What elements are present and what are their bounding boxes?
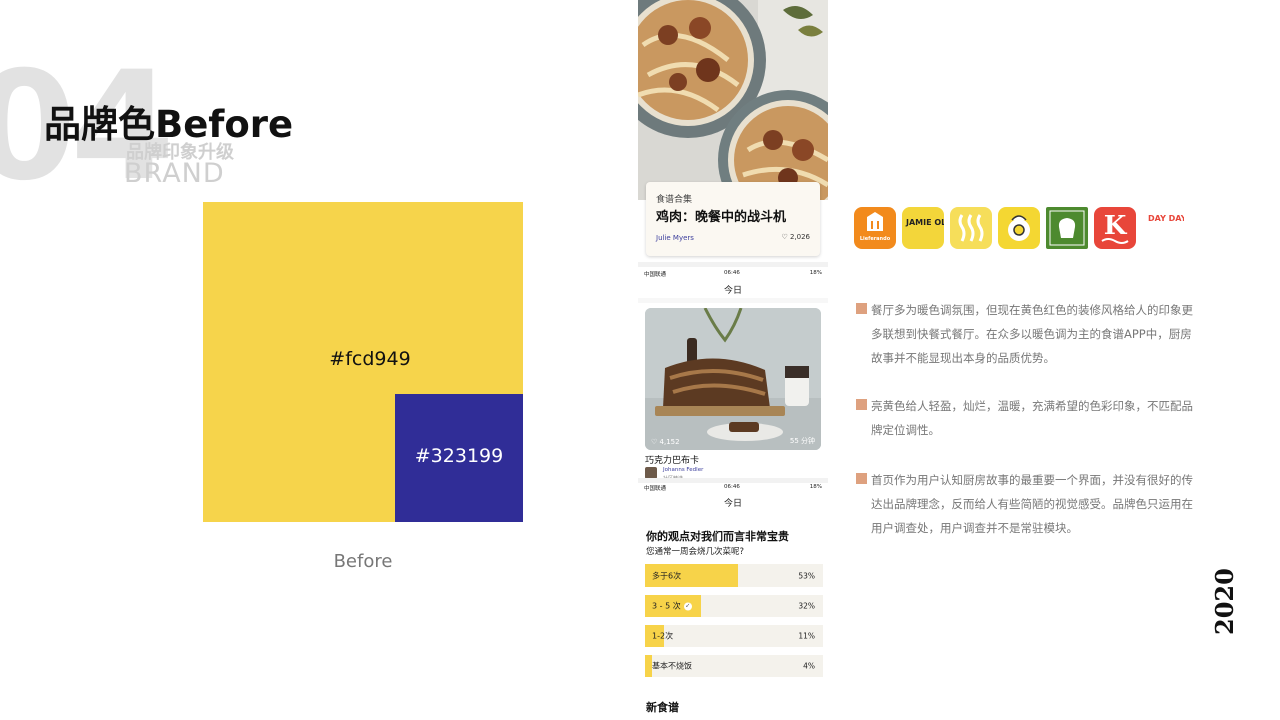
note-bullet — [856, 399, 867, 410]
note-text: 首页作为用户认知厨房故事的最重要一个界面，并没有很好的传达出品牌理念，反而给人有… — [871, 473, 1193, 535]
babka-time: 55 分钟 — [789, 437, 815, 445]
babka-recipe-card[interactable]: ♡ 4,152 55 分钟 — [645, 308, 821, 450]
poll-option-percent: 53% — [798, 571, 815, 580]
note-bullet — [856, 303, 867, 314]
babka-likes-count: 4,152 — [659, 438, 680, 446]
poll-option-percent: 32% — [798, 601, 815, 611]
check-icon: ✓ — [683, 602, 692, 610]
poll-option-fill — [645, 655, 652, 677]
day-day-cook-icon: DAY DAY COOK — [1142, 207, 1184, 249]
egg-chef-icon — [998, 207, 1040, 249]
poll-option-label: 1-2次 — [652, 631, 674, 641]
poll-option-label: 多于6次 — [652, 571, 682, 580]
featured-recipe-card[interactable]: 食谱合集 鸡肉：晚餐中的战斗机 Julie Myers ♡ 2,026 — [646, 182, 820, 256]
battery-label: 18% — [809, 484, 822, 490]
featured-likes: ♡ 2,026 — [781, 233, 810, 241]
featured-likes-count: 2,026 — [789, 233, 810, 241]
lieferando-wordmark: Lieferando — [859, 236, 891, 242]
note-bullet — [856, 473, 867, 484]
poll-option-percent: 11% — [798, 631, 815, 641]
poll-question: 您通常一周会烧几次菜呢? — [646, 547, 745, 557]
screen-divider — [638, 262, 828, 267]
k-kitchen-icon: K — [1094, 207, 1136, 249]
jamie-oliver-wordmark: JAMIE OLIVER — [906, 218, 944, 227]
poll-option[interactable]: 多于6次 53% — [645, 564, 823, 587]
carrier-label: 中国联通 — [644, 486, 667, 492]
featured-tag: 食谱合集 — [656, 195, 693, 205]
poll-option-label: 3 - 5 次 ✓ — [652, 601, 692, 612]
battery-label: 18% — [809, 270, 822, 276]
noodle-bowl-photo — [638, 0, 828, 200]
poll-option[interactable]: 3 - 5 次 ✓ 32% — [645, 595, 823, 617]
nav-title: 今日 — [723, 286, 742, 296]
screen-divider — [638, 298, 828, 303]
babka-likes: ♡ 4,152 — [651, 438, 680, 446]
featured-author[interactable]: Julie Myers — [656, 234, 694, 242]
note-text: 餐厅多为暖色调氛围，但现在黄色红色的装修风格给人的印象更多联想到快餐式餐厅。在众… — [871, 303, 1193, 365]
poll-option-label-text: 3 - 5 次 — [652, 601, 681, 611]
poll-option-label: 基本不烧饭 — [652, 661, 692, 671]
phone-screens: 食谱合集 鸡肉：晚餐中的战斗机 Julie Myers ♡ 2,026 中国联通… — [638, 0, 828, 720]
poll-option[interactable]: 1-2次 11% — [645, 625, 823, 647]
year-label: 2020 — [1210, 568, 1239, 635]
swatch-caption: Before — [333, 551, 393, 572]
status-bar: 中国联通 06:46 18% — [638, 482, 828, 492]
chef-hat-icon — [1046, 207, 1088, 249]
poll-option-percent: 4% — [803, 661, 815, 671]
clock-label: 06:46 — [724, 484, 740, 490]
jamie-oliver-icon: JAMIE OLIVER — [902, 207, 944, 249]
carrier-label: 中国联通 — [644, 272, 667, 278]
heart-icon[interactable]: ♡ — [651, 438, 657, 446]
secondary-color-swatch: #323199 — [395, 394, 523, 522]
nav-title: 今日 — [723, 499, 742, 509]
poll-title: 你的观点对我们而言非常宝贵 — [646, 530, 789, 543]
clock-label: 06:46 — [724, 270, 740, 276]
new-recipes-heading: 新食谱 — [646, 701, 679, 714]
secondary-color-hex: #323199 — [414, 445, 504, 467]
primary-color-hex: #fcd949 — [329, 348, 411, 370]
lieferando-icon: Lieferando — [854, 207, 896, 249]
heart-icon[interactable]: ♡ — [781, 233, 787, 241]
poll-option[interactable]: 基本不烧饭 4% — [645, 655, 823, 677]
steam-waves-icon — [950, 207, 992, 249]
babka-photo — [645, 308, 821, 450]
note-text: 亮黄色给人轻盈，灿烂，温暖，充满希望的色彩印象，不匹配品牌定位调性。 — [871, 399, 1193, 437]
babka-author[interactable]: Johanns Fedler — [663, 467, 703, 473]
featured-title: 鸡肉：晚餐中的战斗机 — [656, 210, 787, 225]
day-day-cook-wordmark: DAY DAY COOK — [1148, 214, 1184, 223]
status-bar: 中国联通 06:46 18% — [638, 268, 828, 278]
brand-label: BRAND — [124, 158, 225, 189]
babka-title: 巧克力巴布卡 — [645, 456, 700, 466]
